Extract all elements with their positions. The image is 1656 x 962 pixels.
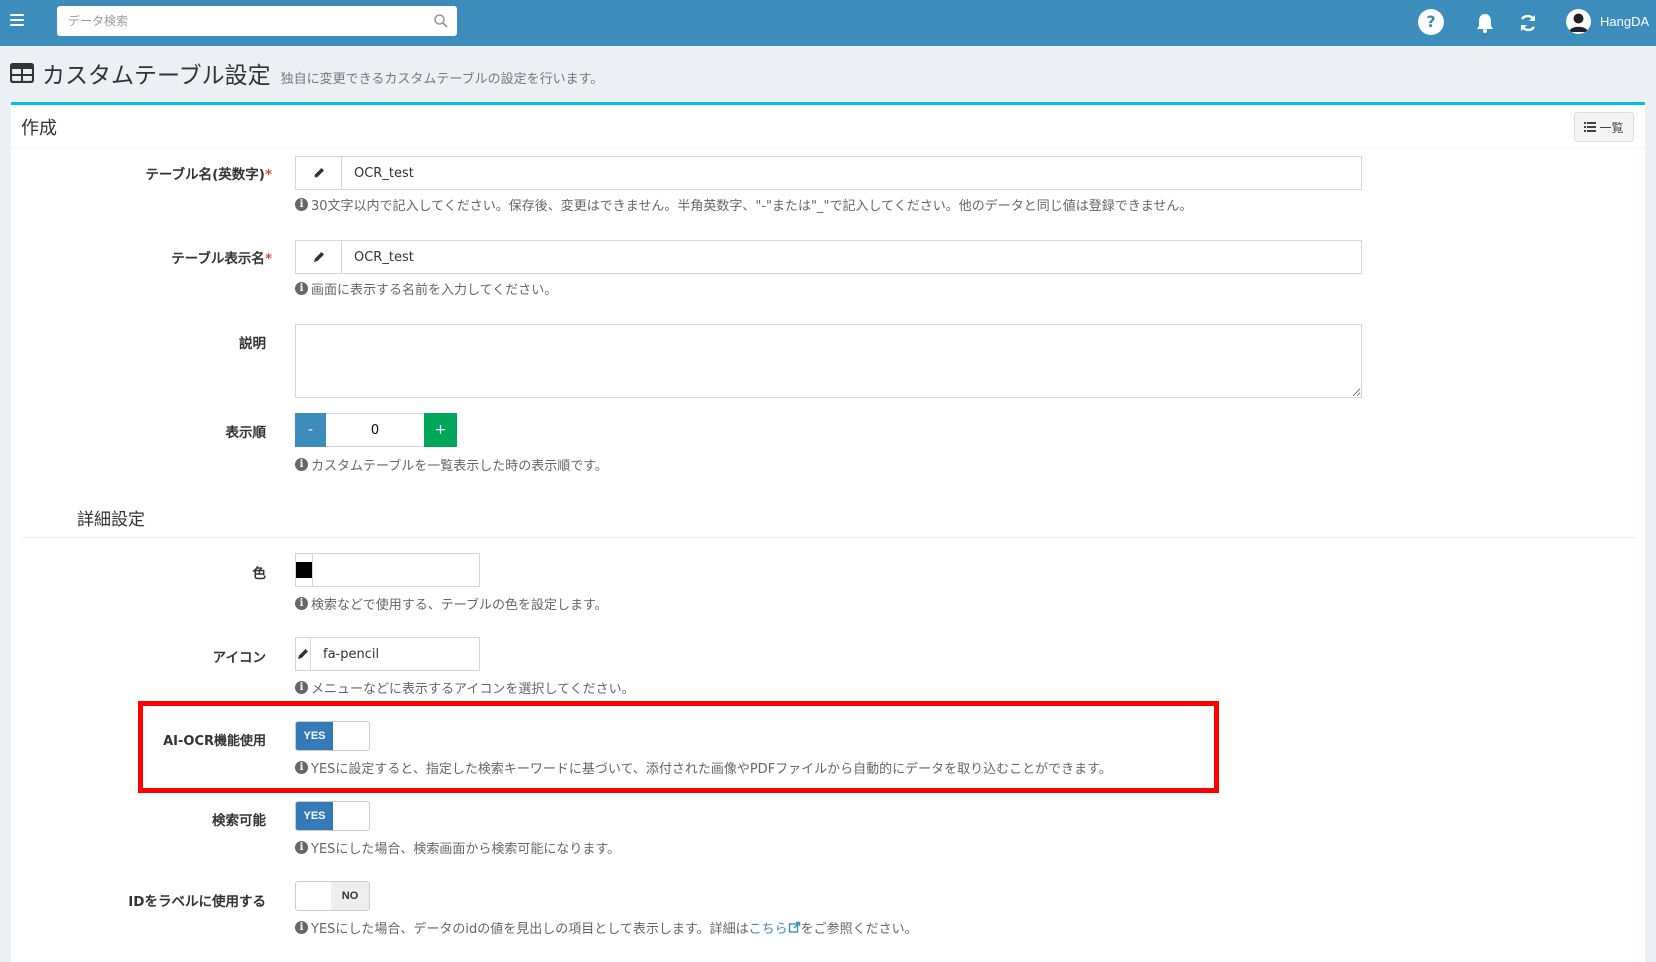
pencil-icon [298,649,308,659]
pencil-icon [313,168,324,179]
help-icon[interactable]: ? [1418,9,1444,35]
order-help: i カスタムテーブルを一覧表示した時の表示順です。 [295,455,608,474]
menu-toggle-icon[interactable] [10,14,24,28]
icon-field [295,637,495,671]
use-label-id-help-suffix: をご参照ください。 [800,922,918,937]
color-help: i 検索などで使用する、テーブルの色を設定します。 [295,594,608,613]
info-icon: i [295,282,308,295]
order-decrement-button[interactable]: - [295,413,326,447]
table-name-input[interactable] [342,157,1361,189]
required-mark: * [264,167,272,183]
color-input[interactable] [313,554,497,586]
search-icon[interactable] [433,13,449,29]
table-view-name-help-text: 画面に表示する名前を入力してください。 [311,283,558,298]
ai-ocr-label: AI-OCR機能使用 [163,734,266,749]
required-mark: * [264,251,272,267]
order-label: 表示順 [225,425,267,441]
table-icon [10,63,34,83]
searchable-label: 検索可能 [212,813,266,829]
toggle-state-on: YES [296,802,333,830]
list-button[interactable]: 一覧 [1574,112,1634,142]
detail-section-title: 詳細設定 [77,510,145,530]
table-name-help: i 30文字以内で記入してください。保存後、変更はできません。半角英数字、"-"ま… [295,195,1192,214]
icon-input[interactable] [311,638,495,670]
external-link-icon[interactable] [788,921,801,934]
list-button-label: 一覧 [1599,120,1624,135]
details-link[interactable]: こちら [749,918,788,937]
icon-preview-addon[interactable] [296,638,311,670]
table-view-name-label-text: テーブル表示名 [171,251,265,267]
icon-label: アイコン [212,650,266,666]
ai-ocr-help-text: YESに設定すると、指定した検索キーワードに基づいて、添付された画像やPDFファ… [311,762,1112,777]
description-label: 説明 [239,336,266,352]
icon-help-text: メニューなどに表示するアイコンを選択してください。 [311,682,635,697]
section-divider [22,537,1636,538]
table-name-addon [296,157,342,189]
list-icon [1584,122,1597,132]
use-label-id-label: IDをラベルに使用する [128,894,266,910]
table-name-label: テーブル名(英数字)* [22,163,272,183]
bell-icon[interactable] [1472,10,1498,36]
color-picker-addon[interactable] [296,554,313,586]
ai-ocr-toggle[interactable]: YES [295,721,370,751]
color-swatch[interactable] [296,562,312,578]
searchable-toggle[interactable]: YES [295,801,370,831]
user-name[interactable]: HangDA [1600,14,1649,29]
info-icon: i [295,458,308,471]
description-textarea[interactable] [295,324,1362,398]
order-stepper-input[interactable] [326,413,424,447]
table-view-name-input[interactable] [342,241,1361,273]
page-header: カスタムテーブル設定 独自に変更できるカスタムテーブルの設定を行います。 [10,56,603,90]
top-navbar: ? HangDA [0,0,1656,46]
color-label: 色 [252,566,267,582]
color-field [295,553,497,587]
pencil-icon [313,252,324,262]
order-help-text: カスタムテーブルを一覧表示した時の表示順です。 [311,459,608,474]
table-name-label-text: テーブル名(英数字) [145,167,265,183]
use-label-id-toggle[interactable]: NO [295,881,370,911]
search-box [57,6,457,36]
use-label-id-help-text: YESにした場合、データのidの値を見出しの項目として表示します。詳細は [311,922,749,937]
info-icon: i [295,198,308,211]
info-icon: i [295,841,308,854]
searchable-help-text: YESにした場合、検索画面から検索可能になります。 [311,842,621,857]
table-view-name-label: テーブル表示名* [22,247,272,267]
use-label-id-help: i YESにした場合、データのidの値を見出しの項目として表示します。詳細は こちら… [295,918,918,937]
searchable-help: i YESにした場合、検索画面から検索可能になります。 [295,838,620,857]
box-header: 作成 一覧 [11,105,1645,148]
table-name-help-text: 30文字以内で記入してください。保存後、変更はできません。半角英数字、"-"また… [311,199,1193,214]
ai-ocr-help: i YESに設定すると、指定した検索キーワードに基づいて、添付された画像やPDFフ… [295,758,1112,777]
toggle-state-off: NO [331,882,369,910]
info-icon: i [295,761,308,774]
info-icon: i [295,681,308,694]
page-title: カスタムテーブル設定 [42,63,271,89]
info-icon: i [295,921,308,934]
box-title: 作成 [21,118,57,139]
order-increment-button[interactable]: + [424,413,457,447]
table-name-field [295,156,1362,190]
icon-help: i メニューなどに表示するアイコンを選択してください。 [295,678,635,697]
create-form-box: 作成 一覧 [11,102,1645,962]
user-icon [1569,13,1588,32]
info-icon: i [295,597,308,610]
table-view-name-addon [296,241,342,273]
table-view-name-field [295,240,1362,274]
table-view-name-help: i 画面に表示する名前を入力してください。 [295,279,557,298]
page-subtitle: 独自に変更できるカスタムテーブルの設定を行います。 [280,72,604,87]
avatar[interactable] [1566,9,1591,34]
search-input[interactable] [57,6,417,36]
refresh-icon[interactable] [1515,10,1541,36]
color-help-text: 検索などで使用する、テーブルの色を設定します。 [311,598,608,613]
toggle-state-on: YES [296,722,333,750]
